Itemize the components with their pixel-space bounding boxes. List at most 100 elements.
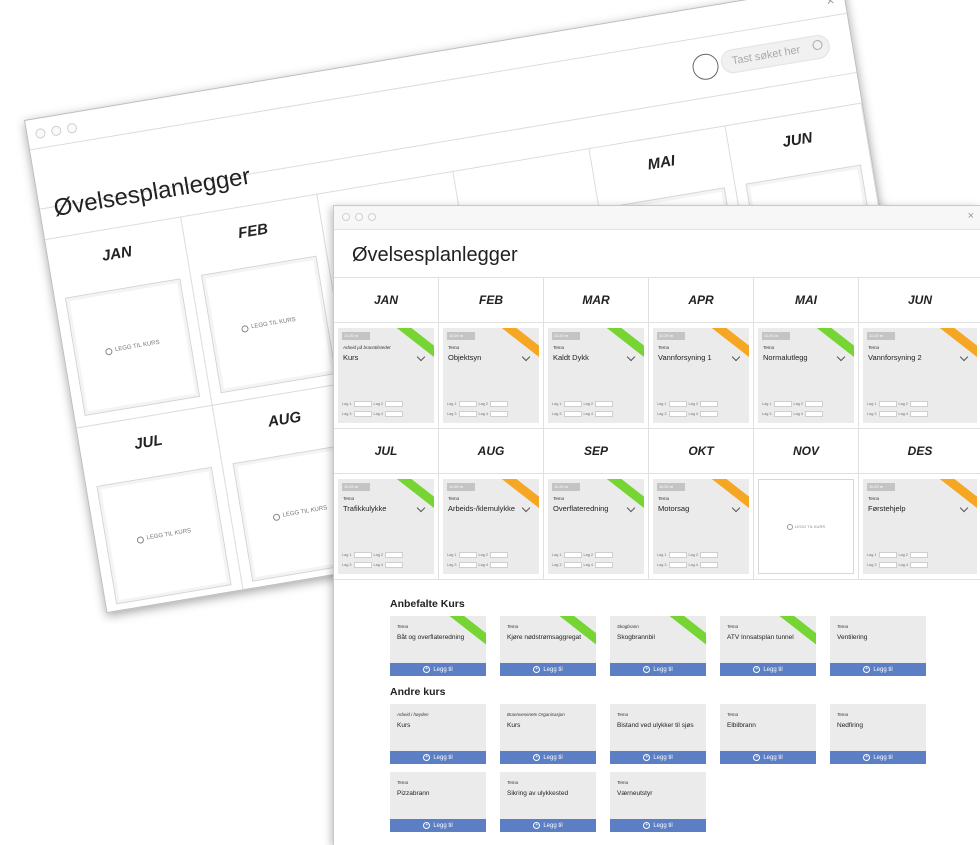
add-course-slot[interactable]: LEGG TIL KURS [96, 466, 232, 605]
log-input[interactable] [668, 411, 687, 417]
log-input[interactable] [805, 401, 824, 407]
course-card[interactable]: 11:20 m Tema Førstehjelp Lag 1 Lag 2 Lag 3 Lag… [863, 479, 977, 574]
chevron-down-icon[interactable] [626, 503, 636, 513]
add-course-button[interactable]: + Legg til [390, 819, 486, 832]
log-input[interactable] [563, 401, 582, 407]
chevron-down-icon[interactable] [731, 352, 741, 362]
course-card[interactable]: 11:20 m Arbeid på branntilstedet Kurs Lag 1… [338, 328, 434, 423]
log-input[interactable] [595, 562, 614, 568]
log-input[interactable] [805, 411, 824, 417]
log-input[interactable] [700, 552, 719, 558]
log-input[interactable] [490, 562, 509, 568]
log-input[interactable] [353, 562, 372, 568]
chevron-down-icon[interactable] [521, 352, 531, 362]
chevron-down-icon[interactable] [836, 352, 846, 362]
log-input[interactable] [490, 401, 509, 407]
search-input[interactable]: Tast søket her [719, 33, 832, 75]
log-input[interactable] [458, 401, 477, 407]
add-course-button[interactable]: + Legg til [390, 751, 486, 764]
log-input[interactable] [353, 411, 372, 417]
course-card[interactable]: 11:20 m Tema Vannforsyning 2 Lag 1 Lag 2 Lag … [863, 328, 977, 423]
course-card[interactable]: Brannvesenets Organisasjon Kurs + Legg til [500, 704, 596, 764]
add-course-button[interactable]: + Legg til [500, 663, 596, 676]
add-course-button[interactable]: + Legg til [390, 663, 486, 676]
chevron-down-icon[interactable] [416, 503, 426, 513]
add-course-button[interactable]: + Legg til [610, 663, 706, 676]
course-card[interactable]: Skogbrann Skogbrannbil + Legg til [610, 616, 706, 676]
course-card[interactable]: Tema Elbilbrann + Legg til [720, 704, 816, 764]
window-controls[interactable] [34, 122, 78, 140]
log-input[interactable] [353, 552, 372, 558]
course-card[interactable]: 11:20 m Tema Overflateredning Lag 1 Lag 2 Lag… [548, 479, 644, 574]
add-course-slot[interactable]: LEGG TIL KURS [200, 255, 337, 394]
chevron-down-icon[interactable] [959, 503, 969, 513]
log-input[interactable] [458, 562, 477, 568]
log-input[interactable] [668, 401, 687, 407]
chevron-down-icon[interactable] [731, 503, 741, 513]
log-input[interactable] [385, 401, 404, 407]
course-card[interactable]: Tema Båt og overflateredning + Legg til [390, 616, 486, 676]
course-card[interactable]: Tema Bistand ved ulykker til sjøs + Legg ti… [610, 704, 706, 764]
log-input[interactable] [458, 411, 477, 417]
add-course-button[interactable]: + Legg til [830, 751, 926, 764]
log-input[interactable] [773, 411, 792, 417]
add-course-button[interactable]: + Legg til [500, 819, 596, 832]
log-input[interactable] [910, 411, 929, 417]
log-input[interactable] [910, 562, 929, 568]
log-input[interactable] [878, 552, 897, 558]
chevron-down-icon[interactable] [626, 352, 636, 362]
course-card[interactable]: 11:20 m Tema Trafikkulykke Lag 1 Lag 2 Lag 3L… [338, 479, 434, 574]
log-input[interactable] [385, 411, 404, 417]
add-course-slot[interactable]: LEGG TIL KURS [64, 278, 201, 417]
course-card[interactable]: 11:20 m Tema Normalutlegg Lag 1 Lag 2 Lag 3 La… [758, 328, 854, 423]
log-input[interactable] [385, 562, 404, 568]
course-card[interactable]: Tema Pizzabrann + Legg til [390, 772, 486, 832]
log-input[interactable] [878, 401, 897, 407]
course-card[interactable]: 11:20 m Tema Objektsyn Lag 1 Lag 2 Lag 3 Lag 4 [443, 328, 539, 423]
add-course-button[interactable]: + Legg til [720, 751, 816, 764]
user-avatar-icon[interactable] [690, 51, 721, 82]
log-input[interactable] [700, 562, 719, 568]
log-input[interactable] [563, 552, 582, 558]
log-input[interactable] [668, 552, 687, 558]
log-input[interactable] [595, 401, 614, 407]
close-icon[interactable]: × [968, 210, 974, 222]
course-card[interactable]: Tema Værneutstyr + Legg til [610, 772, 706, 832]
chevron-down-icon[interactable] [959, 352, 969, 362]
add-course-button[interactable]: + Legg til [500, 751, 596, 764]
log-input[interactable] [700, 401, 719, 407]
log-input[interactable] [563, 411, 582, 417]
course-card[interactable]: Tema Nedfiring + Legg til [830, 704, 926, 764]
course-card[interactable]: Tema Ventilering + Legg til [830, 616, 926, 676]
log-input[interactable] [878, 562, 897, 568]
course-card[interactable]: Tema Kjøre nødstrømsaggregat + Legg til [500, 616, 596, 676]
course-card[interactable]: 11:20 m Tema Vannforsyning 1 Lag 1 Lag 2 Lag … [653, 328, 749, 423]
add-course-button[interactable]: + Legg til [610, 819, 706, 832]
log-input[interactable] [385, 552, 404, 558]
close-icon[interactable]: × [825, 0, 836, 9]
log-input[interactable] [490, 411, 509, 417]
course-card[interactable]: 11:20 m Tema Kaldt Dykk Lag 1 Lag 2 Lag 3 Lag … [548, 328, 644, 423]
log-input[interactable] [910, 552, 929, 558]
add-course-button[interactable]: + Legg til [830, 663, 926, 676]
log-input[interactable] [910, 401, 929, 407]
log-input[interactable] [595, 552, 614, 558]
add-course-button[interactable]: + Legg til [610, 751, 706, 764]
log-input[interactable] [773, 401, 792, 407]
window-controls[interactable] [342, 213, 376, 221]
log-input[interactable] [563, 562, 582, 568]
log-input[interactable] [458, 552, 477, 558]
add-course-slot[interactable]: LEGG TIL KURS [758, 479, 854, 574]
log-input[interactable] [490, 552, 509, 558]
chevron-down-icon[interactable] [416, 352, 426, 362]
log-input[interactable] [595, 411, 614, 417]
log-input[interactable] [878, 411, 897, 417]
course-card[interactable]: Tema Sikring av ulykkested + Legg til [500, 772, 596, 832]
chevron-down-icon[interactable] [521, 503, 531, 513]
add-course-button[interactable]: + Legg til [720, 663, 816, 676]
course-card[interactable]: Tema ATV Innsatsplan tunnel + Legg til [720, 616, 816, 676]
search-icon[interactable] [811, 39, 824, 51]
course-card[interactable]: 11:20 m Tema Motorsag Lag 1 Lag 2 Lag 3 Lag 4 [653, 479, 749, 574]
course-card[interactable]: 11:20 m Tema Arbeids-/klemulykke Lag 1 Lag 2… [443, 479, 539, 574]
log-input[interactable] [700, 411, 719, 417]
